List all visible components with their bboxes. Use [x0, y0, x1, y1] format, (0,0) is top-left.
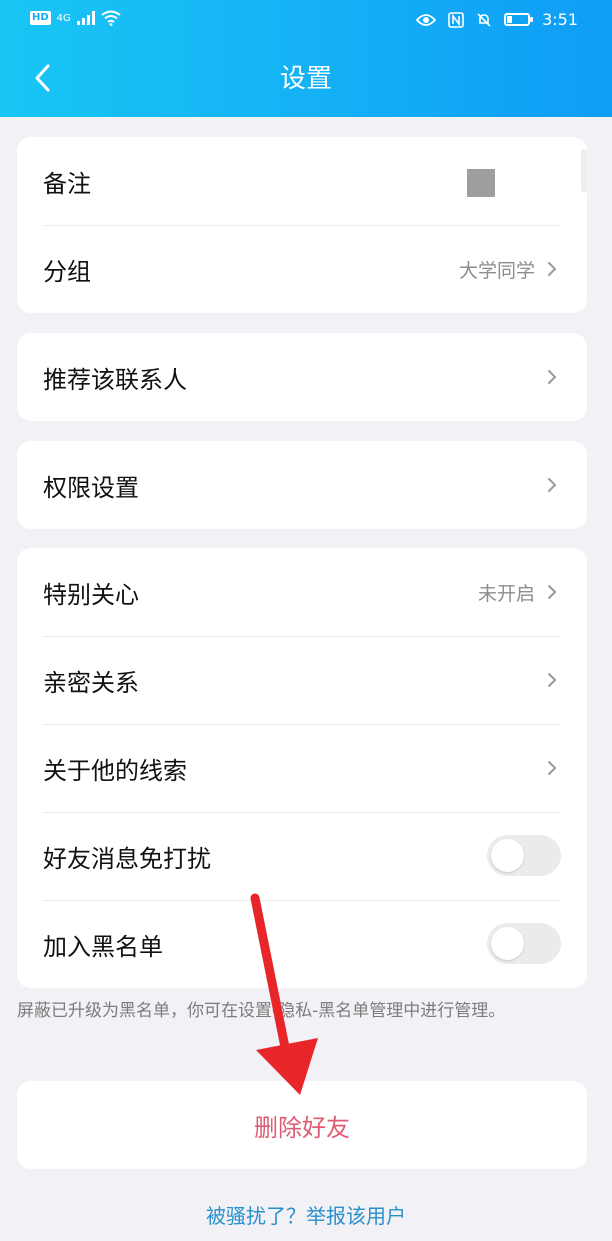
chevron-right-icon: [548, 478, 557, 492]
nfc-icon: [448, 11, 464, 28]
permission-row[interactable]: 权限设置: [17, 441, 587, 529]
blacklist-label: 加入黑名单: [43, 932, 163, 961]
mute-row: 好友消息免打扰: [17, 812, 587, 900]
chevron-right-icon: [548, 673, 557, 687]
clues-label: 关于他的线索: [43, 756, 187, 785]
card-recommend: 推荐该联系人: [17, 333, 587, 421]
blacklist-note: 屏蔽已升级为黑名单，你可在设置-隐私-黑名单管理中进行管理。: [17, 1001, 506, 1021]
special-care-label: 特别关心: [43, 580, 139, 609]
intimacy-label: 亲密关系: [43, 668, 139, 697]
blacklist-row: 加入黑名单: [17, 900, 587, 988]
recommend-label: 推荐该联系人: [43, 365, 187, 394]
signal-icon: [76, 11, 95, 25]
special-care-row[interactable]: 特别关心 未开启: [17, 548, 587, 636]
toggle-knob: [491, 839, 524, 872]
intimacy-row[interactable]: 亲密关系: [17, 636, 587, 724]
card-remark-group: 备注 分组 大学同学: [17, 137, 587, 313]
chevron-right-icon: [548, 262, 557, 276]
network-type: 4G: [56, 12, 71, 24]
chevron-right-icon: [548, 585, 557, 599]
header-bar: HD 4G 3:51 设置: [0, 0, 612, 117]
group-row[interactable]: 分组 大学同学: [17, 225, 587, 313]
card-relationship: 特别关心 未开启 亲密关系 关于他的线索 好友消息免打扰 加入黑名单: [17, 548, 587, 988]
recommend-row[interactable]: 推荐该联系人: [17, 333, 587, 421]
group-value: 大学同学: [458, 259, 535, 282]
group-label: 分组: [43, 257, 91, 286]
card-permission: 权限设置: [17, 441, 587, 529]
remark-label: 备注: [43, 169, 91, 198]
mute-bell-icon: [477, 12, 491, 27]
status-bar: HD 4G 3:51: [0, 0, 612, 40]
battery-icon: [504, 13, 534, 26]
remark-value-placeholder: [467, 169, 495, 197]
toggle-knob: [491, 927, 524, 960]
wifi-icon: [101, 10, 121, 26]
clock-time: 3:51: [542, 10, 578, 29]
permission-label: 权限设置: [43, 473, 139, 502]
report-user-link[interactable]: 被骚扰了？举报该用户: [0, 1200, 612, 1229]
clues-row[interactable]: 关于他的线索: [17, 724, 587, 812]
chevron-right-icon: [548, 370, 557, 384]
delete-friend-label: 删除好友: [254, 1113, 350, 1142]
remark-row[interactable]: 备注: [17, 137, 587, 225]
blacklist-toggle[interactable]: [487, 923, 561, 964]
scroll-indicator: [581, 149, 587, 193]
page-title: 设置: [279, 64, 332, 94]
eye-icon: [416, 13, 437, 26]
mute-label: 好友消息免打扰: [43, 844, 211, 873]
delete-friend-button[interactable]: 删除好友: [17, 1081, 587, 1169]
mute-toggle[interactable]: [487, 835, 561, 876]
special-care-value: 未开启: [477, 582, 535, 605]
chevron-right-icon: [548, 761, 557, 775]
hd-badge: HD: [30, 11, 51, 25]
